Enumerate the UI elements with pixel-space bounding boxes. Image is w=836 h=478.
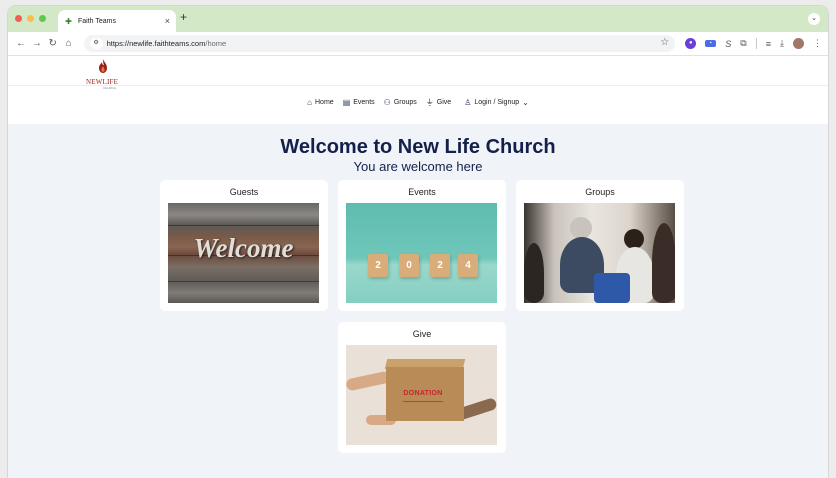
tab-search-chevron-icon[interactable]: ⌄ (808, 13, 820, 25)
extensions-puzzle-icon[interactable]: ⧉ (740, 38, 746, 49)
extensions-area: ● ▪ S ⧉ ≡ ⤓ ⋮ (685, 38, 822, 49)
reload-icon[interactable]: ↻ (46, 38, 60, 49)
home-icon: ⌂ (307, 97, 312, 107)
user-icon: ♙ (464, 97, 472, 107)
nav-login-label: Login / Signup (474, 98, 520, 106)
site-logo[interactable]: NEWLIFE CHURCH (86, 59, 118, 90)
faith-teams-favicon-icon: ✚ (65, 16, 72, 26)
person-head (570, 217, 592, 239)
people-icon: ⚇ (383, 97, 391, 107)
nav-events-label: Events (353, 98, 375, 106)
give-icon: ⏚ (425, 97, 434, 107)
person-side (652, 223, 675, 303)
url-path: /home (205, 39, 227, 48)
extension-blue-icon[interactable]: ▪ (705, 40, 717, 47)
back-arrow-icon[interactable]: ← (14, 38, 28, 49)
year-block: 4 (458, 254, 478, 277)
calendar-icon: ▤ (342, 97, 351, 107)
donation-label-text: DONATION (403, 390, 443, 397)
hand-left-top (346, 370, 391, 392)
extension-purple-icon[interactable]: ● (685, 38, 697, 49)
home-button-icon[interactable]: ⌂ (62, 38, 76, 49)
logo-subtext: CHURCH (103, 86, 116, 90)
nav-groups[interactable]: ⚇ Groups (384, 98, 417, 107)
flame-logo-icon (99, 59, 107, 73)
extension-s-icon[interactable]: S (725, 39, 731, 49)
browser-tab[interactable]: ✚ Faith Teams × (58, 10, 176, 32)
year-block: 2 (368, 254, 388, 277)
wood-plank-line (168, 225, 319, 226)
card-give-title: Give (412, 329, 432, 339)
nav-login[interactable]: ♙ Login / Signup ⌄ (464, 98, 529, 107)
chevron-down-icon: ⌄ (522, 97, 529, 107)
year-block: 2 (430, 254, 450, 277)
card-events-title: Events (408, 187, 436, 197)
person-side (524, 243, 544, 303)
url-text: https://newlife.faithteams.com/home (107, 39, 227, 48)
url-host: https://newlife.faithteams.com (106, 39, 206, 48)
browser-window: ✚ Faith Teams × + ⌄ ← → ↻ ⌂ ⚙ https://ne… (8, 6, 828, 478)
groups-photo-image[interactable] (524, 203, 675, 303)
forward-arrow-icon[interactable]: → (30, 38, 44, 49)
person-head (624, 229, 644, 249)
guests-welcome-image[interactable]: Welcome (168, 203, 319, 303)
site-info-icon[interactable]: ⚙ (89, 38, 103, 49)
tab-strip: ✚ Faith Teams × + ⌄ (8, 6, 828, 32)
address-bar[interactable]: ⚙ https://newlife.faithteams.com/home ☆ (83, 35, 676, 52)
toolbar-divider (755, 38, 757, 49)
give-donation-image[interactable]: DONATION (346, 345, 497, 445)
nav-events[interactable]: ▤ Events (343, 98, 375, 107)
welcome-sign-text: Welcome (193, 233, 294, 263)
card-guests[interactable]: Guests Welcome (160, 180, 328, 311)
card-guests-title: Guests (229, 187, 259, 197)
nav-home-label: Home (315, 98, 334, 106)
nav-give-label: Give (436, 98, 452, 106)
card-events[interactable]: Events 2 0 2 4 (338, 180, 506, 311)
jeans (594, 273, 630, 303)
page-title: Welcome to New Life Church (280, 136, 556, 158)
events-2024-image[interactable]: 2 0 2 4 (346, 203, 497, 303)
page-subtitle: You are welcome here (353, 159, 483, 174)
nav-groups-label: Groups (393, 98, 417, 106)
site-header: NEWLIFE CHURCH (8, 56, 828, 90)
profile-avatar[interactable] (792, 38, 804, 49)
browser-toolbar: ← → ↻ ⌂ ⚙ https://newlife.faithteams.com… (8, 32, 828, 56)
main-content: Welcome to New Life Church You are welco… (8, 124, 828, 478)
card-give[interactable]: Give DONATION (338, 322, 506, 453)
reading-list-icon[interactable]: ≡ (766, 39, 771, 49)
logo-text: NEWLIFE (86, 78, 119, 86)
box-label-underline (403, 401, 443, 402)
minimize-window-button[interactable] (27, 15, 34, 22)
close-window-button[interactable] (15, 15, 22, 22)
wood-plank-line (168, 281, 319, 282)
main-nav: ⌂ Home ▤ Events ⚇ Groups ⏚ Give ♙ Login … (8, 86, 828, 118)
nav-home[interactable]: ⌂ Home (307, 98, 334, 107)
card-groups[interactable]: Groups (516, 180, 684, 311)
bookmark-star-icon[interactable]: ☆ (660, 37, 669, 48)
card-groups-title: Groups (585, 187, 615, 197)
browser-menu-icon[interactable]: ⋮ (813, 38, 822, 49)
nav-give[interactable]: ⏚ Give (426, 97, 451, 108)
window-controls (15, 15, 46, 22)
tab-title: Faith Teams (78, 17, 116, 25)
new-tab-button[interactable]: + (180, 10, 187, 24)
year-block: 0 (399, 254, 419, 277)
download-icon[interactable]: ⤓ (780, 38, 784, 49)
maximize-window-button[interactable] (39, 15, 46, 22)
tab-close-icon[interactable]: × (165, 16, 170, 26)
